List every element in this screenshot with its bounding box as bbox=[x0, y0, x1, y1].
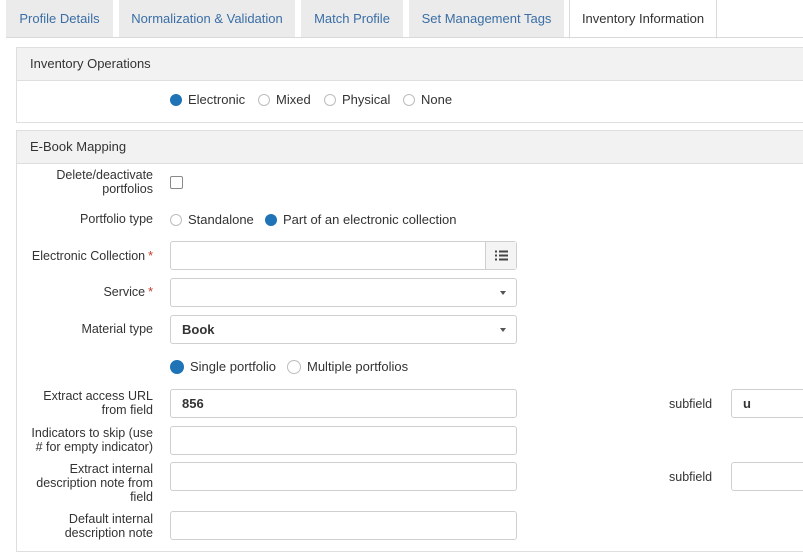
radio-unselected-icon bbox=[324, 93, 336, 106]
radio-label: Part of an electronic collection bbox=[283, 212, 457, 227]
radio-label: Standalone bbox=[188, 212, 254, 227]
required-marker: * bbox=[148, 285, 153, 299]
radio-electronic-collection[interactable]: Part of an electronic collection bbox=[265, 212, 456, 227]
radio-label: Electronic bbox=[188, 92, 246, 107]
chevron-down-icon bbox=[500, 328, 506, 332]
default-note-input[interactable] bbox=[170, 511, 517, 540]
ebook-mapping-title: E-Book Mapping bbox=[17, 131, 803, 164]
subfield-label: subfield bbox=[669, 397, 713, 411]
tab-match-profile[interactable]: Match Profile bbox=[301, 0, 403, 37]
material-type-select[interactable]: Book bbox=[170, 315, 517, 344]
radio-selected-icon bbox=[265, 213, 277, 226]
service-label: Service * bbox=[103, 285, 153, 299]
tab-normalization-validation[interactable]: Normalization & Validation bbox=[119, 0, 295, 37]
list-icon bbox=[494, 250, 508, 261]
radio-selected-icon bbox=[170, 93, 182, 106]
default-note-label: Default internal description note bbox=[64, 512, 153, 540]
tab-set-management-tags[interactable]: Set Management Tags bbox=[409, 0, 564, 37]
radio-label: Multiple portfolios bbox=[307, 359, 409, 374]
required-marker: * bbox=[148, 249, 153, 263]
delete-portfolios-label: Delete/deactivate portfolios bbox=[56, 168, 153, 196]
radio-none[interactable]: None bbox=[403, 92, 452, 107]
service-select[interactable] bbox=[170, 278, 517, 307]
extract-url-label: Extract access URL from field bbox=[43, 389, 153, 417]
radio-selected-icon bbox=[170, 359, 184, 374]
electronic-collection-label: Electronic Collection * bbox=[31, 249, 153, 263]
extract-url-field-input[interactable]: 856 bbox=[170, 389, 517, 418]
radio-label: Physical bbox=[342, 92, 391, 107]
radio-electronic[interactable]: Electronic bbox=[170, 92, 245, 107]
indicators-input[interactable] bbox=[170, 426, 517, 455]
tab-bar: Profile Details Normalization & Validati… bbox=[0, 0, 803, 39]
radio-label: Mixed bbox=[276, 92, 311, 107]
tab-inventory-information[interactable]: Inventory Information bbox=[569, 0, 717, 39]
radio-mixed[interactable]: Mixed bbox=[258, 92, 311, 107]
radio-unselected-icon bbox=[287, 359, 301, 374]
chevron-down-icon bbox=[500, 291, 506, 295]
radio-unselected-icon bbox=[170, 213, 182, 226]
inventory-operations-title: Inventory Operations bbox=[17, 48, 803, 81]
radio-physical[interactable]: Physical bbox=[324, 92, 390, 107]
extract-url-subfield-input[interactable]: u bbox=[731, 389, 803, 418]
tab-divider bbox=[6, 37, 803, 38]
radio-standalone[interactable]: Standalone bbox=[170, 212, 254, 227]
delete-portfolios-checkbox[interactable] bbox=[170, 176, 183, 189]
inventory-operations-panel: Inventory Operations bbox=[16, 47, 803, 123]
radio-label: Single portfolio bbox=[190, 359, 276, 374]
radio-unselected-icon bbox=[258, 93, 270, 106]
radio-label: None bbox=[421, 92, 453, 107]
collection-picker-button[interactable] bbox=[485, 242, 516, 269]
radio-single-portfolio[interactable]: Single portfolio bbox=[170, 359, 276, 374]
internal-note-label: Extract internal description note from f… bbox=[36, 462, 153, 504]
electronic-collection-input[interactable] bbox=[170, 241, 517, 270]
internal-note-field-input[interactable] bbox=[170, 462, 517, 491]
indicators-label: Indicators to skip (use # for empty indi… bbox=[31, 426, 153, 454]
tab-profile-details[interactable]: Profile Details bbox=[6, 0, 113, 37]
subfield-label: subfield bbox=[669, 470, 713, 484]
internal-note-subfield-input[interactable] bbox=[731, 462, 803, 491]
radio-multiple-portfolios[interactable]: Multiple portfolios bbox=[287, 359, 408, 374]
radio-unselected-icon bbox=[403, 93, 415, 106]
material-type-label: Material type bbox=[81, 322, 153, 336]
portfolio-type-label: Portfolio type bbox=[80, 212, 153, 226]
